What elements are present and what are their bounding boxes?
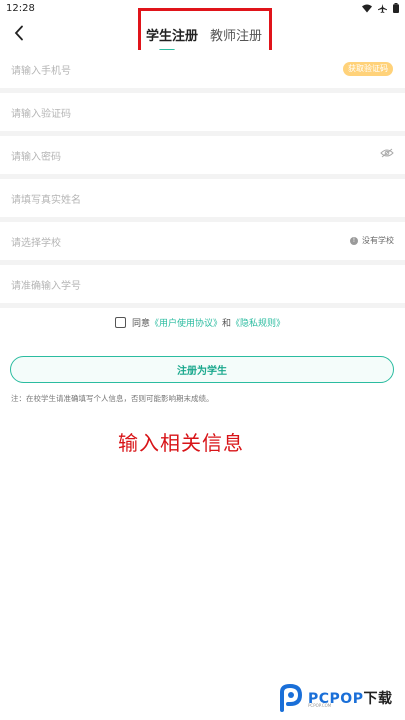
privacy-link[interactable]: 《隐私规则》 xyxy=(231,316,285,329)
agreement-checkbox[interactable] xyxy=(115,317,126,328)
no-school-link[interactable]: ! 没有学校 xyxy=(350,235,394,246)
form-note: 注：在校学生请准确填写个人信息，否则可能影响期末成绩。 xyxy=(11,394,214,403)
school-field[interactable]: 请选择学校 ! 没有学校 xyxy=(0,222,405,260)
watermark-suffix: 下载 xyxy=(363,691,393,707)
agreement-and: 和 xyxy=(222,319,232,329)
agreement-row: 同意 《用户使用协议》 和 《隐私规则》 xyxy=(115,316,285,329)
battery-icon xyxy=(393,3,399,13)
code-field[interactable]: 请输入验证码 xyxy=(0,93,405,131)
status-time: 12:28 xyxy=(6,2,35,14)
chevron-left-icon xyxy=(14,25,23,41)
phone-field[interactable]: 请输入手机号 获取验证码 xyxy=(0,50,405,88)
back-button[interactable] xyxy=(8,22,30,44)
tab-teacher-register[interactable]: 教师注册 xyxy=(210,25,262,44)
wifi-icon xyxy=(362,4,372,12)
no-school-label: 没有学校 xyxy=(362,236,394,245)
code-placeholder: 请输入验证码 xyxy=(11,108,71,120)
phone-placeholder: 请输入手机号 xyxy=(11,65,71,77)
name-field[interactable]: 请填写真实姓名 xyxy=(0,179,405,217)
user-agreement-link[interactable]: 《用户使用协议》 xyxy=(150,316,222,329)
student-id-field[interactable]: 请准确输入学号 xyxy=(0,265,405,303)
header: 学生注册 教师注册 xyxy=(0,8,405,56)
name-placeholder: 请填写真实姓名 xyxy=(11,194,81,206)
school-placeholder: 请选择学校 xyxy=(11,237,61,249)
tab-student-register[interactable]: 学生注册 xyxy=(146,25,198,44)
info-icon: ! xyxy=(350,236,358,245)
status-icons xyxy=(362,3,399,13)
annotation-caption: 输入相关信息 xyxy=(118,431,244,455)
divider xyxy=(0,303,405,308)
get-code-button[interactable]: 获取验证码 xyxy=(343,62,393,76)
student-id-placeholder: 请准确输入学号 xyxy=(11,280,81,292)
register-student-button[interactable]: 注册为学生 xyxy=(10,356,394,383)
airplane-icon xyxy=(378,3,387,13)
agreement-prefix: 同意 xyxy=(132,319,151,329)
password-field[interactable]: 请输入密码 xyxy=(0,136,405,174)
eye-off-icon[interactable] xyxy=(380,148,394,158)
password-placeholder: 请输入密码 xyxy=(11,151,61,163)
watermark-subtext: PCPOP.COM xyxy=(308,703,332,708)
pcpop-logo-icon xyxy=(280,684,303,712)
watermark-logo: PCPOP下载 PCPOP.COM xyxy=(278,682,402,714)
